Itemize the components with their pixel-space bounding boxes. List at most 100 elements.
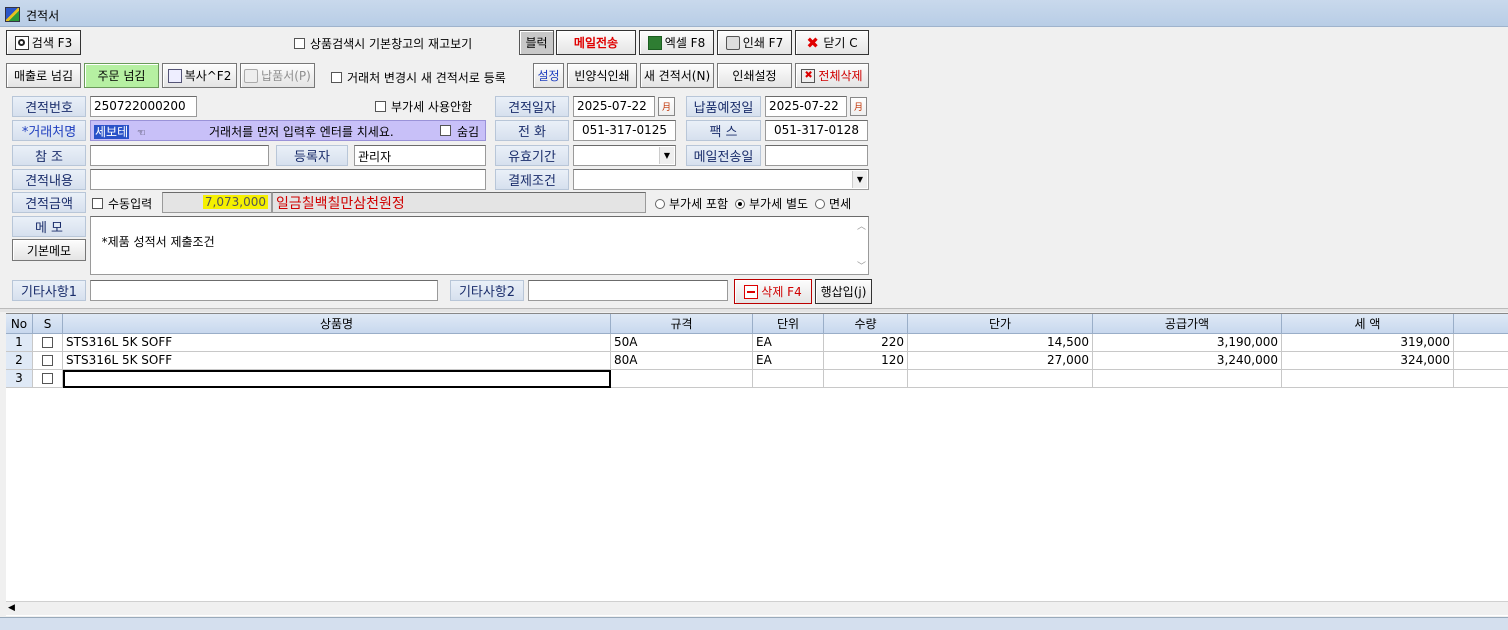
row-spec[interactable]: 50A (611, 334, 753, 352)
splitter[interactable] (0, 308, 1508, 312)
status-bar (0, 617, 1508, 630)
manual-input-box[interactable] (92, 198, 103, 209)
row-price[interactable]: 14,500 (908, 334, 1093, 352)
manual-input-checkbox[interactable]: 수동입력 (92, 195, 152, 212)
new-on-change-box[interactable] (331, 72, 342, 83)
row-spec[interactable] (611, 370, 753, 388)
settings-button[interactable]: 설정 (533, 63, 564, 88)
vat-excl-radio[interactable]: 부가세 별도 (735, 195, 808, 212)
payment-select[interactable]: ▼ (573, 169, 869, 190)
insert-row-button[interactable]: 행삽입(j) (815, 279, 872, 304)
registrant-field[interactable]: 관리자 (354, 145, 486, 166)
col-header-supply[interactable]: 공급가액 (1093, 314, 1282, 334)
vat-unused-box[interactable] (375, 101, 386, 112)
search-button[interactable]: 검색 F3 (6, 30, 81, 55)
to-order-button[interactable]: 주문 넘김 (84, 63, 159, 88)
row-price[interactable]: 27,000 (908, 352, 1093, 370)
vat-radio-group: 부가세 포함 부가세 별도 면세 (655, 195, 858, 212)
row-name[interactable]: STS316L 5K SOFF (63, 352, 611, 370)
scroll-up-icon[interactable]: ︿ (857, 219, 866, 232)
etc1-label: 기타사항1 (12, 280, 86, 301)
row-unit[interactable]: EA (753, 334, 824, 352)
col-header-filler (1454, 314, 1508, 334)
row-qty[interactable]: 220 (824, 334, 908, 352)
row-tax[interactable]: 324,000 (1282, 352, 1454, 370)
calendar-icon[interactable]: 月 (658, 97, 675, 116)
items-table: No S 상품명 규격 단위 수량 단가 공급가액 세 액 1 STS316L … (6, 313, 1508, 616)
due-date-field[interactable]: 2025-07-22 (765, 96, 847, 117)
payment-label: 결제조건 (495, 169, 569, 190)
to-sales-button[interactable]: 매출로 넘김 (6, 63, 81, 88)
validity-select[interactable]: ▼ (573, 145, 676, 166)
excel-button[interactable]: 엑셀 F8 (639, 30, 714, 55)
row-filler (1454, 334, 1508, 352)
col-header-qty[interactable]: 수량 (824, 314, 908, 334)
stock-check-checkbox[interactable]: 상품검색시 기본창고의 재고보기 (294, 35, 472, 52)
row-name[interactable]: STS316L 5K SOFF (63, 334, 611, 352)
quote-no-field[interactable]: 250722000200 (90, 96, 197, 117)
col-header-price[interactable]: 단가 (908, 314, 1093, 334)
email-send-button[interactable]: 메일전송 (556, 30, 636, 55)
ref-field[interactable] (90, 145, 269, 166)
delivery-button[interactable]: 납품서(P) (240, 63, 315, 88)
client-label: *거래처명 (12, 120, 86, 141)
chevron-down-icon[interactable]: ▼ (852, 171, 867, 188)
row-supply[interactable]: 3,190,000 (1093, 334, 1282, 352)
etc2-field[interactable] (528, 280, 728, 301)
row-unit[interactable] (753, 370, 824, 388)
due-date-label: 납품예정일 (686, 96, 761, 117)
row-select-checkbox[interactable] (33, 352, 63, 370)
col-header-name[interactable]: 상품명 (63, 314, 611, 334)
scroll-left-icon[interactable]: ◀ (8, 603, 15, 613)
vat-unused-checkbox[interactable]: 부가세 사용안함 (375, 98, 472, 115)
row-price[interactable] (908, 370, 1093, 388)
col-header-s[interactable]: S (33, 314, 63, 334)
print-button[interactable]: 인쇄 F7 (717, 30, 792, 55)
close-button[interactable]: ✖ 닫기 C (795, 30, 869, 55)
etc1-field[interactable] (90, 280, 438, 301)
row-supply[interactable] (1093, 370, 1282, 388)
tax-free-radio[interactable]: 면세 (815, 195, 851, 212)
ref-label: 참 조 (12, 145, 86, 166)
quote-date-field[interactable]: 2025-07-22 (573, 96, 655, 117)
delete-row-button[interactable]: 삭제 F4 (734, 279, 812, 304)
memo-textarea[interactable]: *제품 성적서 제출조건 ︿ ﹀ (90, 216, 869, 275)
stock-check-box[interactable] (294, 38, 305, 49)
client-hint: 거래처를 먼저 입력후 엔터를 치세요. (209, 125, 394, 139)
excel-icon (647, 35, 662, 50)
calendar-icon[interactable]: 月 (850, 97, 867, 116)
row-tax[interactable] (1282, 370, 1454, 388)
chevron-down-icon[interactable]: ▼ (659, 147, 674, 164)
amount-field[interactable]: 7,073,000 (162, 192, 272, 213)
delete-all-button[interactable]: ✖ 전체삭제 (795, 63, 869, 88)
row-select-checkbox[interactable] (33, 334, 63, 352)
vat-incl-radio[interactable]: 부가세 포함 (655, 195, 728, 212)
hide-checkbox[interactable] (440, 125, 451, 136)
email-sent-field[interactable] (765, 145, 868, 166)
horizontal-scrollbar[interactable]: ◀ (6, 601, 1508, 615)
client-field[interactable]: 세보테 ☜ 거래처를 먼저 입력후 엔터를 치세요. 숨김 (90, 120, 486, 141)
scroll-down-icon[interactable]: ﹀ (857, 259, 866, 272)
copy-button[interactable]: 복사^F2 (162, 63, 237, 88)
row-unit[interactable]: EA (753, 352, 824, 370)
col-header-unit[interactable]: 단위 (753, 314, 824, 334)
basic-memo-button[interactable]: 기본메모 (12, 239, 86, 261)
blank-print-button[interactable]: 빈양식인쇄 (567, 63, 637, 88)
phone-field[interactable]: 051-317-0125 (573, 120, 676, 141)
new-on-change-checkbox[interactable]: 거래처 변경시 새 견적서로 등록 (331, 69, 506, 86)
print-settings-button[interactable]: 인쇄설정 (717, 63, 792, 88)
row-supply[interactable]: 3,240,000 (1093, 352, 1282, 370)
content-field[interactable] (90, 169, 486, 190)
block-button[interactable]: 블럭 (519, 30, 554, 55)
row-select-checkbox[interactable] (33, 370, 63, 388)
row-tax[interactable]: 319,000 (1282, 334, 1454, 352)
col-header-spec[interactable]: 규격 (611, 314, 753, 334)
new-quote-button[interactable]: 새 견적서(N) (640, 63, 714, 88)
row-spec[interactable]: 80A (611, 352, 753, 370)
col-header-no[interactable]: No (6, 314, 33, 334)
col-header-tax[interactable]: 세 액 (1282, 314, 1454, 334)
fax-field[interactable]: 051-317-0128 (765, 120, 868, 141)
row-name-active-cell[interactable] (63, 370, 611, 388)
row-qty[interactable] (824, 370, 908, 388)
row-qty[interactable]: 120 (824, 352, 908, 370)
